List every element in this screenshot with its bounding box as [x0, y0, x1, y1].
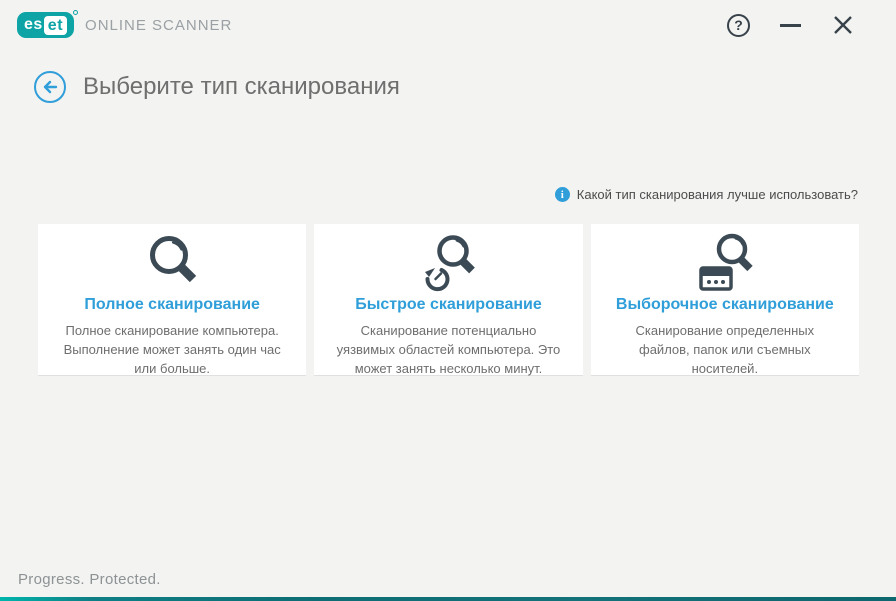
scan-type-cards: Полное сканирование Полное сканирование … [38, 224, 859, 376]
minimize-button[interactable] [777, 13, 803, 37]
magnifier-files-icon [609, 232, 841, 296]
scan-type-help-link[interactable]: Какой тип сканирования лучше использоват… [577, 187, 858, 202]
help-link-row: i Какой тип сканирования лучше использов… [555, 187, 858, 202]
magnifier-timer-icon [332, 232, 564, 296]
product-name: ONLINE SCANNER [85, 17, 232, 34]
magnifier-icon [56, 232, 288, 296]
card-title: Полное сканирование [56, 296, 288, 314]
footer-tagline: Progress. Protected. [18, 571, 161, 588]
custom-scan-card[interactable]: Выборочное сканирование Сканирование опр… [591, 224, 859, 376]
trademark-dot-icon [73, 10, 78, 15]
full-scan-card[interactable]: Полное сканирование Полное сканирование … [38, 224, 306, 376]
help-button[interactable]: ? [727, 14, 750, 37]
titlebar: es et ONLINE SCANNER ? [0, 0, 896, 50]
card-description: Полное сканирование компьютера. Выполнен… [56, 322, 288, 379]
quick-scan-card[interactable]: Быстрое сканирование Сканирование потенц… [314, 224, 582, 376]
eset-logo: es et [17, 12, 74, 38]
page-title: Выберите тип сканирования [83, 73, 400, 101]
info-icon: i [555, 187, 570, 202]
arrow-left-icon [42, 80, 58, 94]
eset-logo-text-right: et [44, 16, 67, 35]
question-mark-icon: ? [734, 17, 743, 33]
card-title: Быстрое сканирование [332, 296, 564, 314]
minimize-icon [780, 24, 801, 27]
window-controls: ? [727, 12, 856, 38]
back-button[interactable] [34, 71, 66, 103]
close-button[interactable] [830, 12, 856, 38]
brand: es et ONLINE SCANNER [17, 12, 232, 38]
eset-logo-text-left: es [24, 16, 43, 34]
page-title-row: Выберите тип сканирования [34, 71, 400, 103]
eset-online-scanner-window: es et ONLINE SCANNER ? [0, 0, 896, 601]
card-title: Выборочное сканирование [609, 296, 841, 314]
card-description: Сканирование потенциально уязвимых облас… [332, 322, 564, 379]
bottom-accent-strip [0, 597, 896, 601]
close-icon [833, 15, 853, 35]
card-description: Сканирование определенных файлов, папок … [609, 322, 841, 379]
